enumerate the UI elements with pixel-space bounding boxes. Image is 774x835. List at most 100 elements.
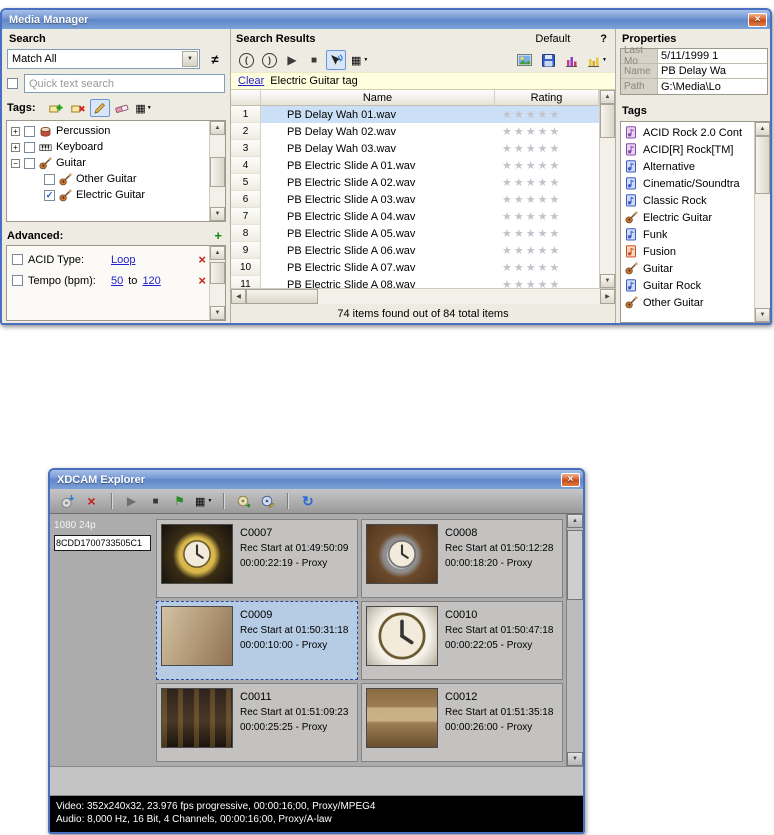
row-number[interactable]: 6 — [231, 191, 261, 208]
tag-checkbox[interactable]: ✓ — [44, 189, 55, 201]
scroll-down-icon[interactable]: ▼ — [210, 207, 225, 221]
tag-list-item[interactable]: Funk — [621, 226, 754, 243]
close-icon[interactable]: × — [561, 472, 580, 487]
refresh-button[interactable]: ↻ — [297, 491, 318, 511]
scroll-thumb[interactable] — [755, 136, 770, 194]
filter-value-link[interactable]: Loop — [111, 254, 135, 266]
export-clip-button[interactable] — [257, 491, 278, 511]
tree-expander-icon[interactable]: + — [11, 142, 20, 152]
filter-checkbox[interactable] — [12, 275, 23, 286]
row-number[interactable]: 1 — [231, 106, 261, 123]
tag-list-item[interactable]: Guitar Rock — [621, 277, 754, 294]
tree-expander-icon[interactable]: + — [11, 126, 20, 136]
tree-scrollbar[interactable]: ▲ ▼ — [209, 121, 225, 221]
scroll-thumb[interactable] — [210, 262, 225, 284]
rating-column-header[interactable]: Rating — [495, 90, 599, 105]
tree-item-keyboard[interactable]: + Keyboard — [7, 139, 209, 155]
result-row[interactable]: 3 PB Delay Wah 03.wav ★★★★★ — [231, 140, 599, 157]
scroll-thumb[interactable] — [246, 289, 318, 304]
file-name[interactable]: PB Electric Slide A 04.wav — [261, 208, 495, 225]
stop-button[interactable]: ■ — [304, 50, 324, 70]
file-name[interactable]: PB Electric Slide A 06.wav — [261, 242, 495, 259]
media-manager-titlebar[interactable]: Media Manager × — [2, 10, 770, 29]
scroll-down-icon[interactable]: ▼ — [755, 308, 770, 322]
scroll-thumb[interactable] — [567, 530, 583, 600]
name-column-header[interactable]: Name — [261, 90, 495, 105]
clip-item[interactable]: C0012 Rec Start at 01:51:35:18 00:00:26:… — [361, 683, 563, 762]
tag-checkbox[interactable] — [44, 173, 55, 185]
erase-tag-icon[interactable] — [112, 99, 132, 117]
tag-list-item[interactable]: ACID[R] Rock[TM] — [621, 141, 754, 158]
clip-scrollbar[interactable]: ▲ ▼ — [566, 514, 583, 766]
file-name[interactable]: PB Electric Slide A 02.wav — [261, 174, 495, 191]
file-name[interactable]: PB Delay Wah 01.wav — [261, 106, 495, 123]
chevron-down-icon[interactable]: ▼ — [182, 51, 198, 67]
file-name[interactable]: PB Delay Wah 03.wav — [261, 140, 495, 157]
tag-list-item[interactable]: Electric Guitar — [621, 209, 754, 226]
row-number[interactable]: 7 — [231, 208, 261, 225]
auto-preview-button[interactable]: ⚑ — [169, 491, 190, 511]
results-hscrollbar[interactable]: ◀ ▶ — [231, 288, 615, 304]
result-row[interactable]: 4 PB Electric Slide A 01.wav ★★★★★ — [231, 157, 599, 174]
play-button[interactable]: ▶ — [282, 50, 302, 70]
save-button[interactable] — [538, 50, 558, 70]
tree-expander-icon[interactable]: − — [11, 158, 20, 168]
row-number[interactable]: 11 — [231, 276, 261, 288]
tree-item-electric-guitar[interactable]: ✓ Electric Guitar — [7, 187, 209, 203]
tag-list-item[interactable]: Fusion — [621, 243, 754, 260]
file-name[interactable]: PB Electric Slide A 08.wav — [261, 276, 495, 289]
scroll-down-icon[interactable]: ▼ — [210, 306, 225, 320]
row-number[interactable]: 2 — [231, 123, 261, 140]
stop-button[interactable]: ■ — [145, 491, 166, 511]
disc-id[interactable]: 8CDD1700733505C1 — [54, 535, 151, 551]
scroll-up-icon[interactable]: ▲ — [210, 246, 225, 260]
result-row[interactable]: 6 PB Electric Slide A 03.wav ★★★★★ — [231, 191, 599, 208]
row-number[interactable]: 4 — [231, 157, 261, 174]
not-equal-button[interactable]: ≠ — [205, 49, 225, 69]
beatmap-button[interactable] — [561, 50, 581, 70]
tag-list-item[interactable]: Classic Rock — [621, 192, 754, 209]
rating-stars[interactable]: ★★★★★ — [495, 276, 599, 288]
scroll-up-icon[interactable]: ▲ — [567, 514, 583, 528]
rating-stars[interactable]: ★★★★★ — [495, 123, 599, 140]
apply-tag-icon[interactable] — [89, 99, 110, 117]
result-row[interactable]: 8 PB Electric Slide A 05.wav ★★★★★ — [231, 225, 599, 242]
scroll-thumb[interactable] — [600, 104, 615, 138]
tag-list-item[interactable]: Guitar — [621, 260, 754, 277]
scroll-up-icon[interactable]: ▲ — [755, 122, 770, 136]
row-number[interactable]: 8 — [231, 225, 261, 242]
file-name[interactable]: PB Delay Wah 02.wav — [261, 123, 495, 140]
clip-item[interactable]: C0010 Rec Start at 01:50:47:18 00:00:22:… — [361, 601, 563, 680]
quick-search-checkbox[interactable] — [7, 78, 18, 89]
row-number[interactable]: 5 — [231, 174, 261, 191]
scroll-up-icon[interactable]: ▲ — [210, 121, 225, 135]
property-value[interactable]: 5/11/1999 1 — [658, 49, 767, 63]
row-number[interactable]: 3 — [231, 140, 261, 157]
delete-clip-button[interactable]: × — [81, 491, 102, 511]
tag-list-item[interactable]: Cinematic/Soundtra — [621, 175, 754, 192]
property-value[interactable]: PB Delay Wa — [658, 64, 767, 78]
rating-stars[interactable]: ★★★★★ — [495, 208, 599, 225]
save-to-media-button[interactable] — [514, 50, 535, 70]
advanced-scrollbar[interactable]: ▲ ▼ — [209, 246, 225, 320]
rating-stars[interactable]: ★★★★★ — [495, 140, 599, 157]
delete-tag-icon[interactable] — [68, 99, 88, 117]
clip-item[interactable]: C0011 Rec Start at 01:51:09:23 00:00:25:… — [156, 683, 358, 762]
quick-search-input[interactable] — [24, 74, 225, 93]
rating-stars[interactable]: ★★★★★ — [495, 242, 599, 259]
preview-end-button[interactable]: ) — [259, 50, 280, 70]
match-dropdown[interactable]: Match All ▼ — [7, 49, 200, 69]
play-button[interactable]: ▶ — [121, 491, 142, 511]
xdcam-titlebar[interactable]: XDCAM Explorer × — [50, 470, 583, 489]
tag-checkbox[interactable] — [24, 125, 35, 137]
result-row[interactable]: 11 PB Electric Slide A 08.wav ★★★★★ — [231, 276, 599, 288]
clear-filter-link[interactable]: Clear — [238, 75, 264, 87]
rating-stars[interactable]: ★★★★★ — [495, 225, 599, 242]
clip-item[interactable]: C0007 Rec Start at 01:49:50:09 00:00:22:… — [156, 519, 358, 598]
results-vscrollbar[interactable]: ▲ ▼ — [599, 90, 615, 288]
help-button[interactable]: ? — [600, 33, 607, 45]
view-mode-button[interactable]: ▦ ▼ — [193, 491, 214, 511]
file-name[interactable]: PB Electric Slide A 03.wav — [261, 191, 495, 208]
preview-start-button[interactable]: ( — [236, 50, 257, 70]
scroll-right-icon[interactable]: ▶ — [600, 289, 615, 304]
